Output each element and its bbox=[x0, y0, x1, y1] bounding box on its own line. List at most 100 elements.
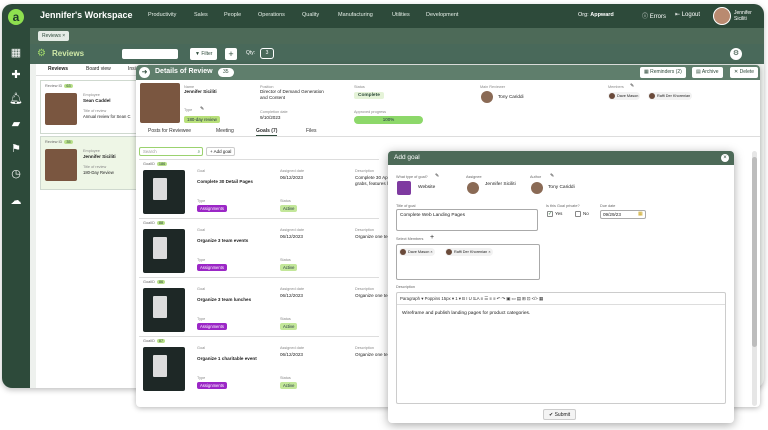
chat-icon[interactable]: ▰ bbox=[9, 117, 23, 131]
goal-title-label: Title of goal bbox=[396, 204, 416, 208]
yes-label: Yes bbox=[555, 211, 563, 216]
review-card[interactable]: Review ID 63 Employee Sean Caddel Title … bbox=[40, 80, 150, 134]
editor-toolbar[interactable]: Paragraph ▾ Poppins 15px ▾ 1 ▾ B I U S̶ … bbox=[397, 293, 725, 305]
author-name[interactable]: Tony Cariddi bbox=[548, 185, 575, 190]
delete-button[interactable]: ✕ Delete bbox=[730, 67, 759, 78]
nav-sales[interactable]: Sales bbox=[194, 12, 208, 18]
goal-image bbox=[143, 229, 185, 273]
add-review-button[interactable]: + bbox=[225, 48, 237, 60]
tab-posts-for-reviewee[interactable]: Posts for Reviewee bbox=[148, 128, 191, 134]
goal-row[interactable]: GoalID 186 Goal Complete 30 Detail Pages… bbox=[139, 159, 390, 218]
tab-insights[interactable]: Insi bbox=[128, 66, 136, 72]
cloud-upload-icon[interactable]: ☁ bbox=[9, 194, 23, 208]
goal-description: Complete 30 App grabs, features li bbox=[355, 175, 391, 186]
nav-development[interactable]: Development bbox=[426, 12, 458, 18]
reminders-button[interactable]: ▦ Reminders (2) bbox=[640, 67, 686, 78]
goal-row[interactable]: GoalID 88 Goal Organize 3 team events As… bbox=[139, 218, 390, 277]
employee-photo bbox=[140, 83, 180, 123]
tab-goals[interactable]: Goals (7) bbox=[256, 128, 278, 136]
tab-files[interactable]: Files bbox=[306, 128, 317, 134]
nav-productivity[interactable]: Productivity bbox=[148, 12, 176, 18]
filter-button[interactable]: ▼ Filter bbox=[190, 48, 218, 60]
member-name: Raffi Der Khorenian bbox=[454, 250, 488, 254]
edit-icon[interactable]: ✎ bbox=[550, 173, 554, 179]
edit-icon[interactable]: ✎ bbox=[630, 83, 634, 89]
details-scrollbar[interactable] bbox=[752, 151, 757, 406]
reviews-search-input[interactable] bbox=[122, 49, 178, 59]
archive-icon: ▤ bbox=[696, 69, 701, 75]
goal-title-field[interactable]: Complete Web Landing Pages bbox=[396, 209, 538, 231]
description-editor[interactable]: Paragraph ▾ Poppins 15px ▾ 1 ▾ B I U S̶ … bbox=[396, 292, 726, 404]
goal-id-label: GoalID bbox=[143, 280, 155, 284]
goal-type-thumbnail bbox=[397, 181, 411, 195]
review-number-badge: 35 bbox=[218, 68, 234, 77]
description-text[interactable]: Wireframe and publish landing pages for … bbox=[402, 311, 530, 316]
grid-icon[interactable]: ▦ bbox=[9, 46, 23, 60]
app-logo[interactable]: a bbox=[8, 9, 24, 25]
review-id: Review ID 63 bbox=[45, 84, 73, 88]
back-arrow-icon[interactable]: ➜ bbox=[139, 67, 150, 78]
goal-row[interactable]: GoalID 87 Goal Organize 1 charitable eve… bbox=[139, 336, 390, 395]
nav-people[interactable]: People bbox=[224, 12, 241, 18]
nav-manufacturing[interactable]: Manufacturing bbox=[338, 12, 373, 18]
bell-icon[interactable]: 🔔︎ bbox=[9, 92, 23, 106]
review-card[interactable]: Review ID 35 Employee Jennifer Siciliti … bbox=[40, 136, 150, 190]
members-field[interactable]: Dave Mason × Raffi Der Khorenian × bbox=[396, 244, 540, 280]
user-avatar[interactable] bbox=[713, 7, 731, 25]
settings-gear-icon[interactable]: ⚙ bbox=[730, 48, 742, 60]
calendar-icon: ▦ bbox=[644, 69, 649, 75]
reviewer-avatar bbox=[481, 91, 493, 103]
assigned-date: 06/12/2023 bbox=[280, 352, 303, 357]
scrollbar-thumb[interactable] bbox=[752, 157, 757, 347]
clock-icon[interactable]: ◷ bbox=[9, 167, 23, 181]
errors-label: Errors bbox=[649, 14, 667, 20]
org-selector[interactable]: Org: Appward bbox=[578, 12, 614, 18]
search-icon: ⌕ bbox=[197, 149, 200, 154]
add-goal-button[interactable]: + Add goal bbox=[206, 147, 236, 156]
goal-label: Goal bbox=[197, 346, 206, 350]
reviews-toolbar: ⚙ Reviews ▼ Filter + Qty: 3 ⚙ bbox=[30, 44, 764, 64]
due-date-field[interactable]: 09/29/23 ▦ bbox=[600, 210, 646, 219]
tab-reviews[interactable]: Reviews bbox=[48, 66, 68, 72]
reviews-list-pane: Reviews Board view Insi Review ID 63 Emp… bbox=[36, 64, 150, 388]
status-label: Status bbox=[280, 376, 291, 380]
type-label: Type bbox=[184, 108, 193, 112]
archive-button[interactable]: ▤ Archive bbox=[692, 67, 723, 78]
goal-type-value[interactable]: Website bbox=[418, 185, 435, 190]
tab-board-view[interactable]: Board view bbox=[86, 66, 111, 72]
review-title: 180-Day Review bbox=[83, 170, 114, 175]
type-label: Type bbox=[197, 258, 206, 262]
goal-row[interactable]: GoalID 86 Goal Organize 3 team lunches A… bbox=[139, 277, 390, 336]
details-title: Details of Review bbox=[155, 68, 213, 75]
goal-label: Goal bbox=[197, 228, 206, 232]
approved-progress-bar: 100% bbox=[354, 116, 423, 124]
nav-utilities[interactable]: Utilities bbox=[392, 12, 410, 18]
goal-id-value: 87 bbox=[156, 339, 166, 343]
assignee-name[interactable]: Jennifer Siciliti bbox=[485, 182, 517, 188]
errors-link[interactable]: ⓘ Errors bbox=[642, 11, 666, 20]
main-reviewer-label: Main Reviewer bbox=[480, 85, 506, 89]
nav-operations[interactable]: Operations bbox=[258, 12, 285, 18]
logout-link[interactable]: ⇤ Logout bbox=[675, 11, 700, 18]
reviews-tab-chip[interactable]: Reviews × bbox=[38, 31, 70, 41]
tab-meeting[interactable]: Meeting bbox=[216, 128, 234, 134]
user-name[interactable]: Jennifer Siciliti bbox=[734, 10, 752, 22]
status-label: Status bbox=[280, 258, 291, 262]
goals-search-input[interactable]: Search ⌕ bbox=[139, 147, 203, 156]
plus-icon[interactable]: ✚ bbox=[9, 68, 23, 82]
status-label: Status bbox=[354, 85, 365, 89]
calendar-icon[interactable]: ▦ bbox=[638, 211, 643, 217]
close-icon[interactable]: × bbox=[62, 33, 65, 39]
edit-icon[interactable]: ✎ bbox=[435, 173, 439, 179]
submit-button[interactable]: ✔ Submit bbox=[543, 409, 577, 420]
private-no-checkbox[interactable] bbox=[575, 211, 581, 217]
edit-icon[interactable]: ✎ bbox=[200, 106, 204, 112]
nav-quality[interactable]: Quality bbox=[302, 12, 319, 18]
member-chip: Dave Mason bbox=[608, 92, 641, 100]
goal-type-badge: Assignments bbox=[197, 382, 227, 389]
run-icon[interactable]: ⚑ bbox=[9, 142, 23, 156]
close-modal-icon[interactable]: × bbox=[721, 154, 729, 162]
private-yes-checkbox[interactable]: ✓ bbox=[547, 211, 553, 217]
goal-type-label: What type of goal? bbox=[396, 175, 428, 179]
add-member-icon[interactable]: + bbox=[430, 234, 434, 241]
